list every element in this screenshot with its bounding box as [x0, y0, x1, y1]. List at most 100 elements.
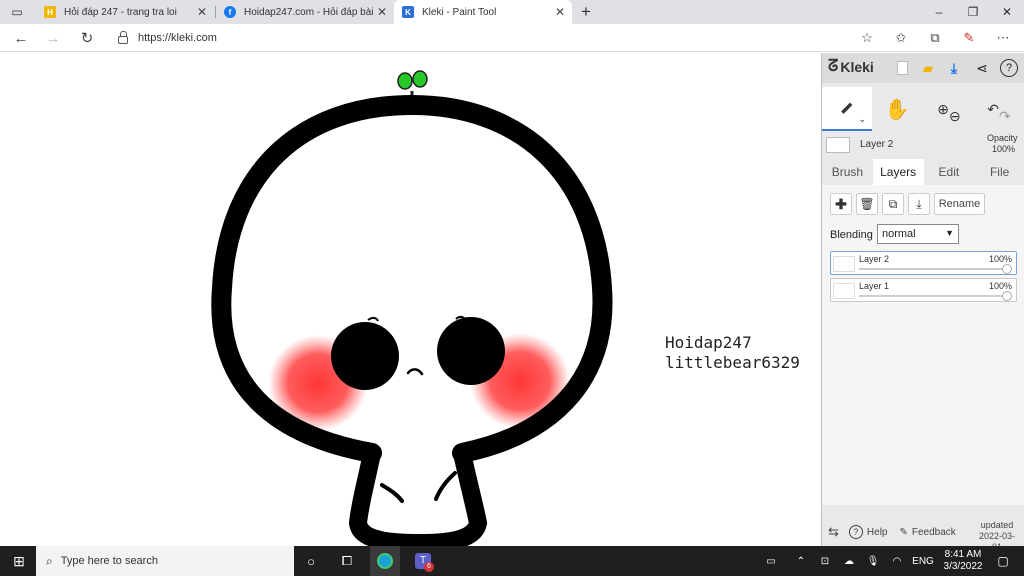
kleki-side-panel: ᘔ Kleki ▰ ⤓ ⋖ ? ━ ⌄ ✋ ⊕ ⊖ ↶ ↷ Layer 2 Opaci…	[821, 53, 1024, 552]
favorites-icon[interactable]: ✩	[890, 28, 912, 48]
panel-footer: ⇆ ? Help ✎ Feedback updated 2022-03-01	[822, 518, 1024, 552]
layer-name: Layer 2	[859, 254, 890, 264]
chevron-down-icon: ▼	[945, 228, 954, 238]
tab-edit[interactable]: Edit	[924, 159, 975, 185]
zoom-in-icon[interactable]: ⊕	[937, 101, 949, 118]
layer-opacity-slider-knob[interactable]	[1002, 291, 1012, 301]
clock[interactable]: 8:41 AM 3/3/2022	[938, 546, 988, 576]
browser-toolbar: ← → ↻ https://kleki.com ☆ ✩ ⧉ ✎ ⋯	[0, 24, 1024, 52]
close-tab-icon[interactable]: ✕	[194, 5, 210, 19]
browser-tab-kleki[interactable]: K Kleki - Paint Tool ✕	[394, 0, 572, 24]
kleki-logo-icon: ᘔ	[828, 58, 839, 75]
current-layer-thumbnail	[826, 137, 850, 153]
task-view-icon[interactable]: ⧠	[336, 550, 358, 572]
browser-tab-hoidap[interactable]: H Hỏi đáp 247 - trang tra loi ✕	[36, 0, 214, 24]
cloud-icon[interactable]: ☁	[840, 546, 858, 576]
opacity-label: Opacity	[987, 133, 1018, 143]
favorite-star-icon[interactable]: ☆	[856, 28, 878, 48]
delete-layer-button[interactable]: 🗑	[856, 193, 878, 215]
new-image-icon[interactable]	[892, 58, 912, 78]
layer-item-layer-2[interactable]: Layer 2 100%	[830, 251, 1017, 275]
current-layer-name: Layer 2	[860, 139, 894, 150]
notification-icon[interactable]: ▢	[992, 546, 1014, 576]
extension-icon[interactable]: ✎	[958, 28, 980, 48]
close-window-button[interactable]: ✕	[990, 0, 1024, 24]
microphone-icon[interactable]: 🎙	[864, 546, 882, 576]
help-circle-icon[interactable]: ?	[1000, 59, 1018, 77]
teams-badge: 6	[424, 562, 434, 572]
hand-tool-button[interactable]: ✋	[872, 87, 922, 131]
layer-opacity-track[interactable]	[859, 268, 1009, 270]
cortana-icon[interactable]: ○	[300, 550, 322, 572]
zoom-out-icon[interactable]: ⊖	[949, 108, 961, 125]
tab-brush[interactable]: Brush	[822, 159, 873, 185]
kleki-app-name: Kleki	[840, 59, 874, 75]
feedback-link[interactable]: Feedback	[912, 527, 956, 538]
tab-actions-icon[interactable]: ▭	[2, 0, 32, 24]
blending-select[interactable]: normal ▼	[877, 224, 959, 244]
browser-tab-strip: ▭ H Hỏi đáp 247 - trang tra loi ✕ f Hoid…	[0, 0, 1024, 24]
more-menu-icon[interactable]: ⋯	[992, 28, 1014, 48]
sprout-leaf-left	[397, 72, 413, 90]
right-arm	[434, 471, 457, 501]
layer-thumbnail	[833, 256, 855, 272]
help-link[interactable]: Help	[867, 527, 888, 538]
swap-arrows-icon[interactable]: ⇆	[828, 524, 839, 540]
zoom-buttons[interactable]: ⊕ ⊖	[924, 87, 974, 131]
layer-item-layer-1[interactable]: Layer 1 100%	[830, 278, 1017, 302]
undo-redo-buttons[interactable]: ↶ ↷	[974, 87, 1024, 131]
tab-file[interactable]: File	[974, 159, 1024, 185]
brush-icon: ━	[835, 96, 860, 121]
share-icon[interactable]: ⋖	[972, 58, 992, 78]
kleki-logo[interactable]: ᘔ Kleki	[828, 58, 874, 76]
hoidap-favicon-icon: H	[44, 6, 56, 18]
redo-icon[interactable]: ↷	[999, 108, 1011, 125]
plus-icon: ✚	[835, 195, 847, 212]
close-tab-icon[interactable]: ✕	[552, 5, 568, 19]
layer-thumbnail	[833, 283, 855, 299]
browser-tab-facebook[interactable]: f Hoidap247.com - Hỏi đáp bài tập ✕	[216, 0, 394, 24]
language-indicator[interactable]: ENG	[910, 546, 936, 576]
duplicate-layer-button[interactable]: ⧉	[882, 193, 904, 215]
taskbar-search[interactable]: ⌕ Type here to search	[36, 546, 294, 576]
layers-panel: ✚ 🗑 ⧉ ⤓ Rename Blending normal ▼ Layer 2…	[822, 185, 1024, 505]
undo-icon[interactable]: ↶	[987, 101, 999, 118]
refresh-icon[interactable]: ↻	[76, 28, 98, 48]
meet-now-icon[interactable]: ⊡	[816, 546, 834, 576]
address-bar[interactable]: https://kleki.com	[108, 27, 880, 49]
trash-icon: 🗑	[859, 197, 875, 211]
rename-layer-button[interactable]: Rename	[934, 193, 985, 215]
layer-opacity-track[interactable]	[859, 295, 1009, 297]
sprout-leaf-right	[412, 70, 428, 88]
minimize-button[interactable]: –	[922, 0, 956, 24]
add-layer-button[interactable]: ✚	[830, 193, 852, 215]
merge-layer-button[interactable]: ⤓	[908, 193, 930, 215]
duplicate-icon: ⧉	[888, 196, 898, 211]
back-arrow-icon[interactable]: ←	[10, 28, 32, 48]
keyboard-icon[interactable]: ▭	[760, 546, 782, 576]
search-icon: ⌕	[46, 553, 53, 568]
close-tab-icon[interactable]: ✕	[374, 5, 390, 19]
layer-opacity: 100%	[988, 281, 1012, 291]
new-tab-button[interactable]: +	[574, 0, 598, 24]
clock-time: 8:41 AM	[944, 549, 982, 560]
open-folder-icon[interactable]: ▰	[918, 58, 938, 78]
layer-opacity-slider-knob[interactable]	[1002, 264, 1012, 274]
restore-button[interactable]: ❐	[956, 0, 990, 24]
facebook-favicon-icon: f	[224, 6, 236, 18]
canvas-drawing	[211, 70, 613, 546]
windows-start-icon[interactable]: ⊞	[8, 550, 30, 572]
download-icon[interactable]: ⤓	[944, 58, 964, 78]
wifi-icon[interactable]: ◠	[888, 546, 906, 576]
tab-layers[interactable]: Layers	[872, 159, 924, 185]
current-layer-info: Layer 2 Opacity 100%	[822, 133, 1024, 159]
watermark-line: littlebear6329	[665, 353, 800, 372]
collections-icon[interactable]: ⧉	[924, 28, 946, 48]
opacity-value: 100%	[992, 144, 1016, 154]
chevron-up-icon[interactable]: ⌃	[792, 546, 810, 576]
edge-taskbar-icon[interactable]	[370, 546, 400, 576]
brush-tool-button[interactable]: ━ ⌄	[822, 87, 872, 131]
forward-arrow-icon[interactable]: →	[42, 28, 64, 48]
teams-taskbar-icon[interactable]: T 6	[412, 550, 434, 572]
drawing-canvas[interactable]: Hoidap247 littlebear6329	[0, 53, 821, 546]
